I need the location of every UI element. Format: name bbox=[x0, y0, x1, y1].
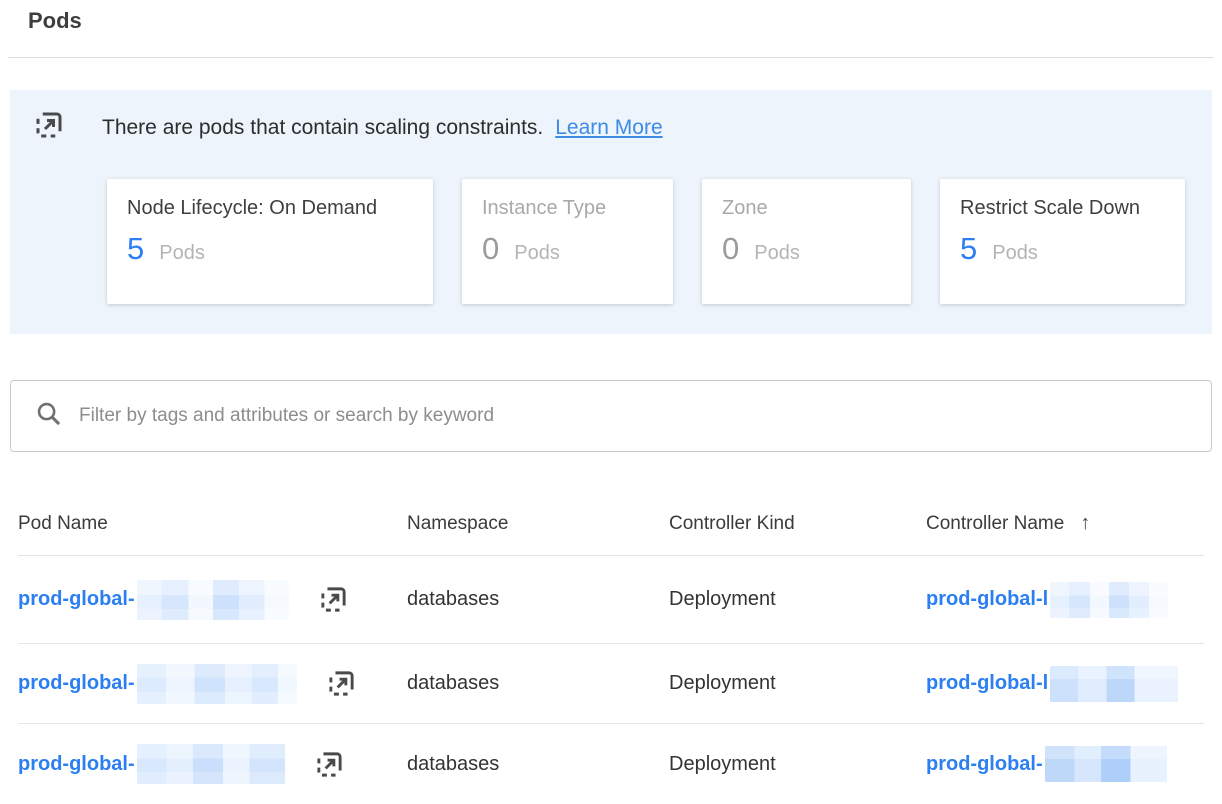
scale-out-icon bbox=[319, 585, 348, 614]
pod-name-cell: prod-global- bbox=[18, 580, 407, 620]
controller-name-link[interactable]: prod-global-l bbox=[926, 588, 1048, 611]
namespace-cell: databases bbox=[407, 672, 669, 695]
scale-out-icon bbox=[315, 750, 344, 779]
card-unit: Pods bbox=[514, 242, 560, 265]
redacted-pod-name bbox=[137, 580, 289, 620]
search-input[interactable] bbox=[79, 405, 1187, 427]
table-header-row: Pod Name Namespace Controller Kind Contr… bbox=[18, 498, 1204, 556]
column-header-namespace[interactable]: Namespace bbox=[407, 513, 669, 535]
column-header-controller-kind[interactable]: Controller Kind bbox=[669, 513, 926, 535]
scale-out-icon bbox=[34, 110, 64, 145]
controller-kind-cell: Deployment bbox=[669, 672, 926, 695]
controller-name-link[interactable]: prod-global-l bbox=[926, 672, 1048, 695]
redacted-controller-name bbox=[1045, 746, 1167, 782]
pods-table: Pod Name Namespace Controller Kind Contr… bbox=[18, 498, 1204, 804]
pod-name-cell: prod-global- bbox=[18, 664, 407, 704]
redacted-controller-name bbox=[1050, 582, 1168, 618]
scaling-constraints-banner: There are pods that contain scaling cons… bbox=[10, 90, 1212, 334]
filter-search-bar[interactable] bbox=[10, 380, 1212, 452]
card-count: 0 bbox=[722, 231, 739, 267]
search-icon bbox=[35, 400, 62, 432]
redacted-pod-name bbox=[137, 744, 285, 784]
pod-name-cell: prod-global- bbox=[18, 744, 407, 784]
controller-name-cell: prod-global- bbox=[926, 746, 1204, 782]
card-unit: Pods bbox=[754, 242, 800, 265]
card-title: Restrict Scale Down bbox=[960, 197, 1165, 220]
controller-kind-cell: Deployment bbox=[669, 753, 926, 776]
sort-ascending-icon[interactable]: ↑ bbox=[1080, 512, 1090, 535]
card-instance-type[interactable]: Instance Type 0 Pods bbox=[462, 179, 673, 304]
card-count: 5 bbox=[127, 231, 144, 267]
controller-name-cell: prod-global-l bbox=[926, 582, 1204, 618]
redacted-controller-name bbox=[1050, 666, 1178, 702]
table-row: prod-global- databases Deployment prod-g… bbox=[18, 556, 1204, 644]
namespace-cell: databases bbox=[407, 753, 669, 776]
constraint-cards: Node Lifecycle: On Demand 5 Pods Instanc… bbox=[107, 179, 1188, 304]
controller-name-cell: prod-global-l bbox=[926, 666, 1204, 702]
card-count: 5 bbox=[960, 231, 977, 267]
banner-message: There are pods that contain scaling cons… bbox=[102, 116, 543, 140]
controller-name-link[interactable]: prod-global- bbox=[926, 753, 1043, 776]
pod-name-link[interactable]: prod-global- bbox=[18, 753, 135, 776]
column-header-controller-name[interactable]: Controller Name ↑ bbox=[926, 512, 1204, 535]
namespace-cell: databases bbox=[407, 588, 669, 611]
pod-name-link[interactable]: prod-global- bbox=[18, 672, 135, 695]
card-title: Zone bbox=[722, 197, 891, 220]
pod-name-link[interactable]: prod-global- bbox=[18, 588, 135, 611]
controller-kind-cell: Deployment bbox=[669, 588, 926, 611]
table-row: prod-global- databases Deployment prod-g… bbox=[18, 644, 1204, 724]
card-unit: Pods bbox=[992, 242, 1038, 265]
card-restrict-scale-down[interactable]: Restrict Scale Down 5 Pods bbox=[940, 179, 1185, 304]
redacted-pod-name bbox=[137, 664, 297, 704]
card-zone[interactable]: Zone 0 Pods bbox=[702, 179, 911, 304]
card-count: 0 bbox=[482, 231, 499, 267]
learn-more-link[interactable]: Learn More bbox=[555, 116, 662, 140]
header-divider bbox=[8, 57, 1214, 58]
card-node-lifecycle[interactable]: Node Lifecycle: On Demand 5 Pods bbox=[107, 179, 433, 304]
card-unit: Pods bbox=[159, 242, 205, 265]
column-header-pod-name[interactable]: Pod Name bbox=[18, 513, 407, 535]
table-row: prod-global- databases Deployment prod-g… bbox=[18, 724, 1204, 804]
card-title: Instance Type bbox=[482, 197, 653, 220]
page-title: Pods bbox=[28, 8, 1222, 34]
card-title: Node Lifecycle: On Demand bbox=[127, 197, 413, 220]
scale-out-icon bbox=[327, 669, 356, 698]
